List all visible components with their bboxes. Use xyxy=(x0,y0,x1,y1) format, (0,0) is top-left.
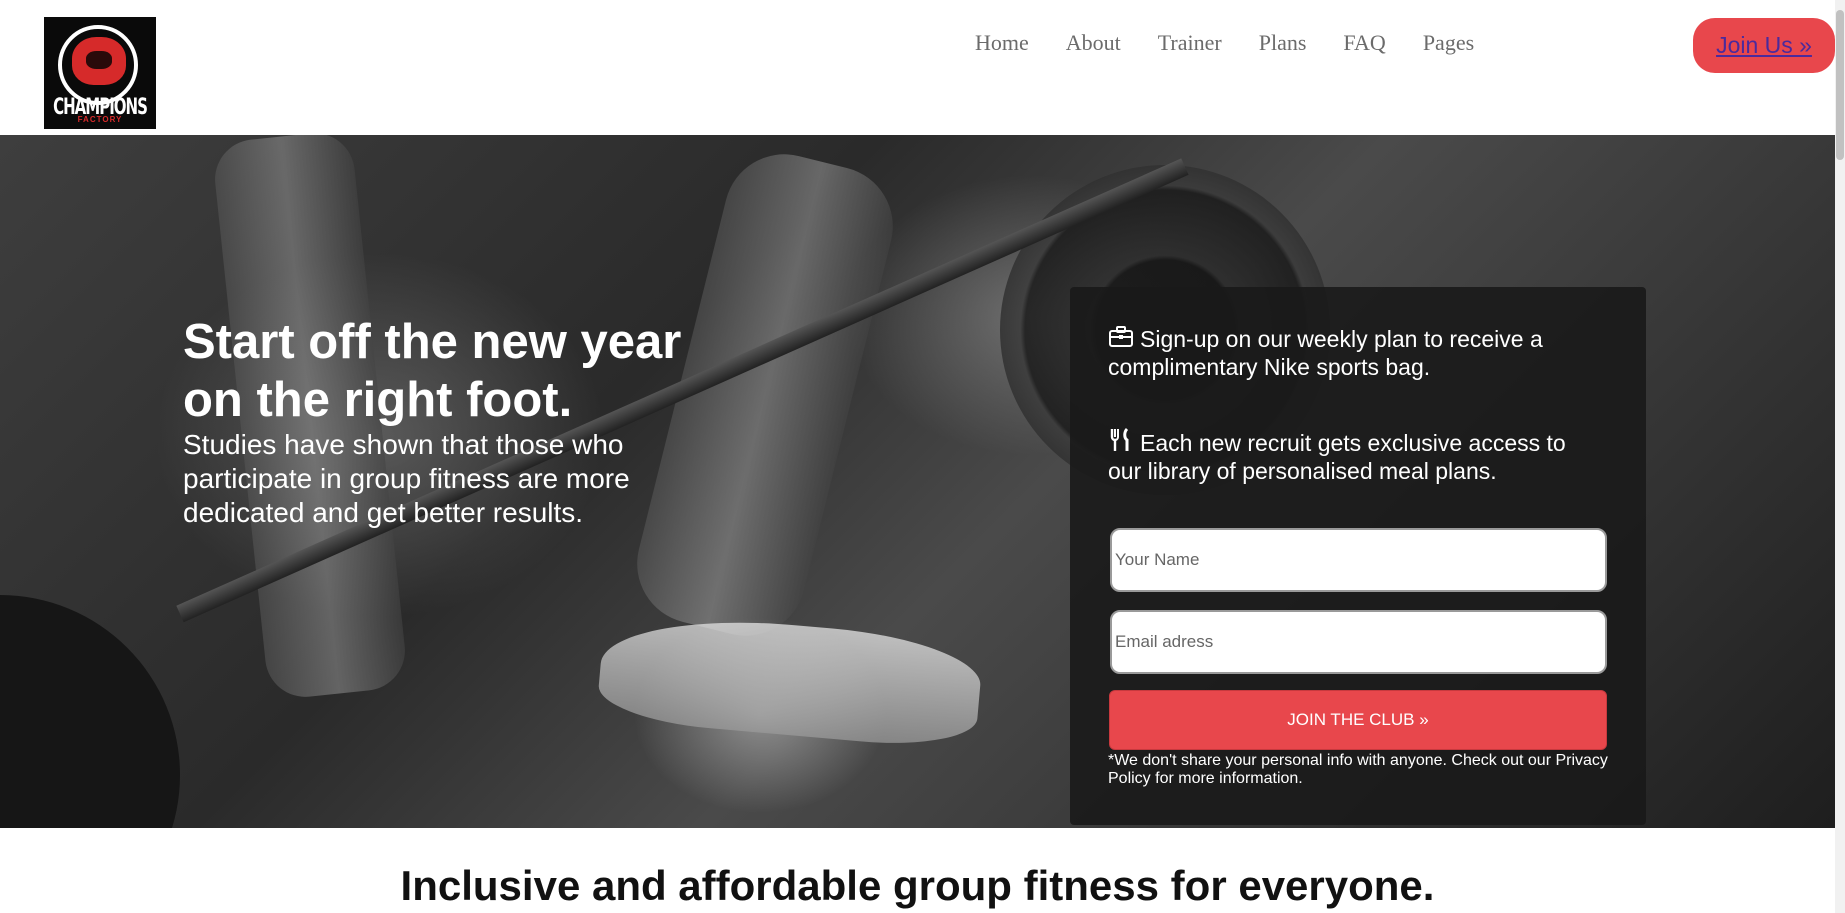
section-title: Inclusive and affordable group fitness f… xyxy=(400,862,1435,909)
scrollbar-thumb[interactable] xyxy=(1836,10,1844,160)
nav-about[interactable]: About xyxy=(1066,30,1121,56)
hero-subtitle: Studies have shown that those who partic… xyxy=(183,429,630,528)
bull-mascot-icon xyxy=(72,37,126,85)
email-input[interactable] xyxy=(1110,610,1607,674)
hero-section: Start off the new year on the right foot… xyxy=(0,135,1835,828)
nav-trainer[interactable]: Trainer xyxy=(1158,30,1222,56)
sneaker-image xyxy=(595,608,985,752)
nav-plans[interactable]: Plans xyxy=(1259,30,1307,56)
hero-title: Start off the new year on the right foot… xyxy=(183,315,682,427)
feature-meal-plans: Each new recruit gets exclusive access t… xyxy=(1108,427,1578,485)
join-the-club-button[interactable]: JOIN THE CLUB » xyxy=(1109,690,1607,750)
feature-sports-bag: Sign-up on our weekly plan to receive a … xyxy=(1108,325,1578,381)
feature-sports-bag-text: Sign-up on our weekly plan to receive a … xyxy=(1108,326,1543,380)
nav-pages[interactable]: Pages xyxy=(1423,30,1474,56)
weight-plate-image-left xyxy=(0,595,180,828)
nav-home[interactable]: Home xyxy=(975,30,1029,56)
logo-subtext: FACTORY xyxy=(77,115,123,124)
feature-meal-plans-text: Each new recruit gets exclusive access t… xyxy=(1108,430,1566,484)
champions-factory-logo[interactable]: CHAMPIONS FACTORY xyxy=(44,17,156,129)
page-scrollbar[interactable] xyxy=(1835,0,1845,913)
main-nav: Home About Trainer Plans FAQ Pages xyxy=(975,30,1511,56)
briefcase-icon xyxy=(1108,325,1134,349)
site-header: CHAMPIONS FACTORY Home About Trainer Pla… xyxy=(0,0,1835,135)
signup-panel: Sign-up on our weekly plan to receive a … xyxy=(1070,287,1646,825)
name-input[interactable] xyxy=(1110,528,1607,592)
privacy-disclaimer: *We don't share your personal info with … xyxy=(1108,752,1608,787)
nav-faq[interactable]: FAQ xyxy=(1343,30,1385,56)
join-us-button[interactable]: Join Us » xyxy=(1693,18,1835,73)
fork-knife-icon xyxy=(1108,427,1134,451)
